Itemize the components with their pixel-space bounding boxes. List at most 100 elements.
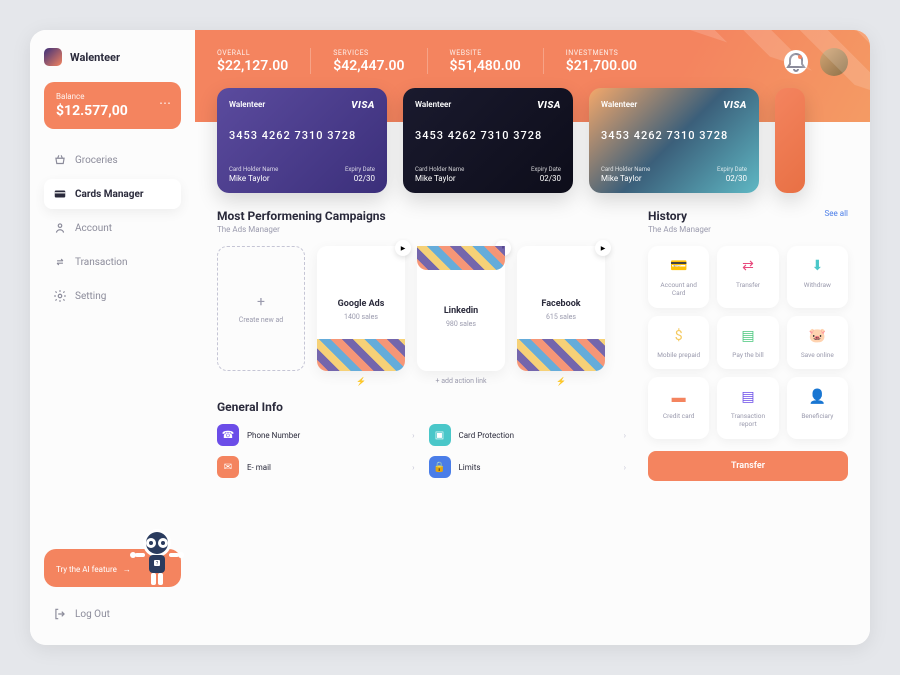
logout-icon: [53, 607, 67, 621]
tile-label: Mobile prepaid: [654, 352, 703, 360]
campaign-name: Google Ads: [338, 299, 385, 309]
nav-label: Cards Manager: [75, 189, 144, 200]
tile-icon: ⇄: [738, 256, 758, 276]
history-tile[interactable]: ▤ Transaction report: [717, 377, 778, 439]
history-tile[interactable]: ⇄ Transfer: [717, 246, 778, 308]
col-right: History The Ads Manager See all 💳Account…: [648, 209, 848, 481]
card-network: VISA: [537, 100, 561, 111]
history-tile[interactable]: ▬ Credit card: [648, 377, 709, 439]
balance-value: $12.577,00: [56, 103, 169, 119]
tile-label: Withdraw: [793, 282, 842, 290]
card-network: VISA: [351, 100, 375, 111]
tile-label: Transfer: [723, 282, 772, 290]
add-action-link[interactable]: + add action link: [417, 377, 505, 385]
nav-cards-manager[interactable]: Cards Manager: [44, 179, 181, 209]
nav-setting[interactable]: Setting: [44, 281, 181, 311]
logout-button[interactable]: Log Out: [44, 601, 181, 627]
cards-row[interactable]: Walenteer VISA 3453 4262 7310 3728 Card …: [195, 88, 870, 193]
balance-more-icon[interactable]: ⋯: [159, 96, 171, 110]
campaigns-subtitle: The Ads Manager: [217, 225, 626, 234]
tile-label: Transaction report: [723, 413, 772, 429]
pattern-icon: [417, 246, 505, 270]
robot-icon: ?: [127, 523, 187, 593]
info-phone[interactable]: ☎ Phone Number ›: [217, 424, 415, 446]
campaign-google-ads[interactable]: ▶ Google Ads 1400 sales: [317, 246, 405, 371]
stat-overall: OVERALL$22,127.00: [217, 49, 288, 74]
campaign-sales: 980 sales: [446, 320, 476, 328]
nav-groceries[interactable]: Groceries: [44, 145, 181, 175]
campaigns-title: Most Performening Campaigns: [217, 209, 626, 223]
nav-account[interactable]: Account: [44, 213, 181, 243]
logo: Walenteer: [44, 48, 181, 66]
tile-label: Beneficiary: [793, 413, 842, 421]
payment-card-4-peek[interactable]: [775, 88, 805, 193]
campaigns-row: + Create new ad ▶ Google Ads 1400 sales …: [217, 246, 626, 386]
chevron-right-icon: ›: [412, 431, 414, 440]
play-icon[interactable]: ▶: [395, 240, 411, 256]
see-all-link[interactable]: See all: [825, 209, 848, 218]
tile-icon: ⬇: [807, 256, 827, 276]
chevron-right-icon: ›: [624, 463, 626, 472]
tile-icon: ▤: [738, 387, 758, 407]
ai-feature-card[interactable]: ? Try the AI feature →: [44, 549, 181, 587]
nav-label: Groceries: [75, 155, 118, 166]
create-ad-button[interactable]: + Create new ad: [217, 246, 305, 371]
transfer-button[interactable]: Transfer: [648, 451, 848, 481]
plus-icon: +: [257, 294, 265, 310]
info-limits[interactable]: 🔒 Limits ›: [429, 456, 627, 478]
card-number: 3453 4262 7310 3728: [601, 129, 747, 142]
bell-icon: [784, 50, 808, 74]
tile-icon: ▤: [738, 326, 758, 346]
history-tile[interactable]: 💳Account and Card: [648, 246, 709, 308]
stat-website: WEBSITE$51,480.00: [450, 49, 521, 74]
tile-icon: 👤: [807, 387, 827, 407]
chevron-right-icon: ›: [412, 463, 414, 472]
play-icon[interactable]: ▶: [595, 240, 611, 256]
nav-transaction[interactable]: Transaction: [44, 247, 181, 277]
campaign-facebook[interactable]: ▶ Facebook 615 sales: [517, 246, 605, 371]
history-tile[interactable]: ▤Pay the bill: [717, 316, 778, 370]
card-footer: Card Holder NameMike Taylor Expiry Date0…: [415, 166, 561, 183]
balance-card[interactable]: Balance $12.577,00 ⋯: [44, 82, 181, 129]
campaign-name: Linkedin: [444, 306, 478, 316]
create-ad-label: Create new ad: [239, 316, 283, 324]
history-tile[interactable]: 👤 Beneficiary: [787, 377, 848, 439]
sidebar: Walenteer Balance $12.577,00 ⋯ Groceries…: [30, 30, 195, 645]
info-card-protection[interactable]: ▣ Card Protection ›: [429, 424, 627, 446]
shield-icon: ▣: [429, 424, 451, 446]
divider: [310, 48, 311, 74]
history-tile[interactable]: 🐷Save online: [787, 316, 848, 370]
history-tiles: 💳Account and Card ⇄ Transfer ⬇ Withdraw $Mobi…: [648, 246, 848, 439]
main: OVERALL$22,127.00 SERVICES$42,447.00 WEB…: [195, 30, 870, 645]
history-title: History: [648, 209, 711, 223]
mail-icon: ✉: [217, 456, 239, 478]
card-footer: Card Holder NameMike Taylor Expiry Date0…: [601, 166, 747, 183]
tile-icon: ▬: [669, 387, 689, 407]
notification-bell[interactable]: [784, 50, 808, 74]
payment-card-3[interactable]: Walenteer VISA 3453 4262 7310 3728 Card …: [589, 88, 759, 193]
pattern-icon: [517, 339, 605, 371]
card-number: 3453 4262 7310 3728: [229, 129, 375, 142]
general-title: General Info: [217, 400, 626, 414]
notification-dot-icon: [798, 55, 802, 59]
history-header: History The Ads Manager See all: [648, 209, 848, 234]
history-tile[interactable]: ⬇ Withdraw: [787, 246, 848, 308]
campaign-linkedin[interactable]: ⏸ Linkedin 980 sales: [417, 246, 505, 371]
payment-card-2[interactable]: Walenteer VISA 3453 4262 7310 3728 Card …: [403, 88, 573, 193]
avatar[interactable]: [820, 48, 848, 76]
tile-label: Credit card: [654, 413, 703, 421]
lock-icon: 🔒: [429, 456, 451, 478]
bolt-icon: ⚡: [317, 377, 405, 386]
pattern-icon: [317, 339, 405, 371]
info-email[interactable]: ✉ E- mail ›: [217, 456, 415, 478]
stats-row: OVERALL$22,127.00 SERVICES$42,447.00 WEB…: [217, 48, 848, 74]
user-icon: [53, 221, 67, 235]
history-subtitle: The Ads Manager: [648, 225, 711, 234]
app-shell: Walenteer Balance $12.577,00 ⋯ Groceries…: [30, 30, 870, 645]
content: Most Performening Campaigns The Ads Mana…: [195, 193, 870, 497]
campaigns-header: Most Performening Campaigns The Ads Mana…: [217, 209, 626, 234]
payment-card-1[interactable]: Walenteer VISA 3453 4262 7310 3728 Card …: [217, 88, 387, 193]
brand-name: Walenteer: [70, 51, 120, 64]
history-tile[interactable]: $Mobile prepaid: [648, 316, 709, 370]
divider: [427, 48, 428, 74]
